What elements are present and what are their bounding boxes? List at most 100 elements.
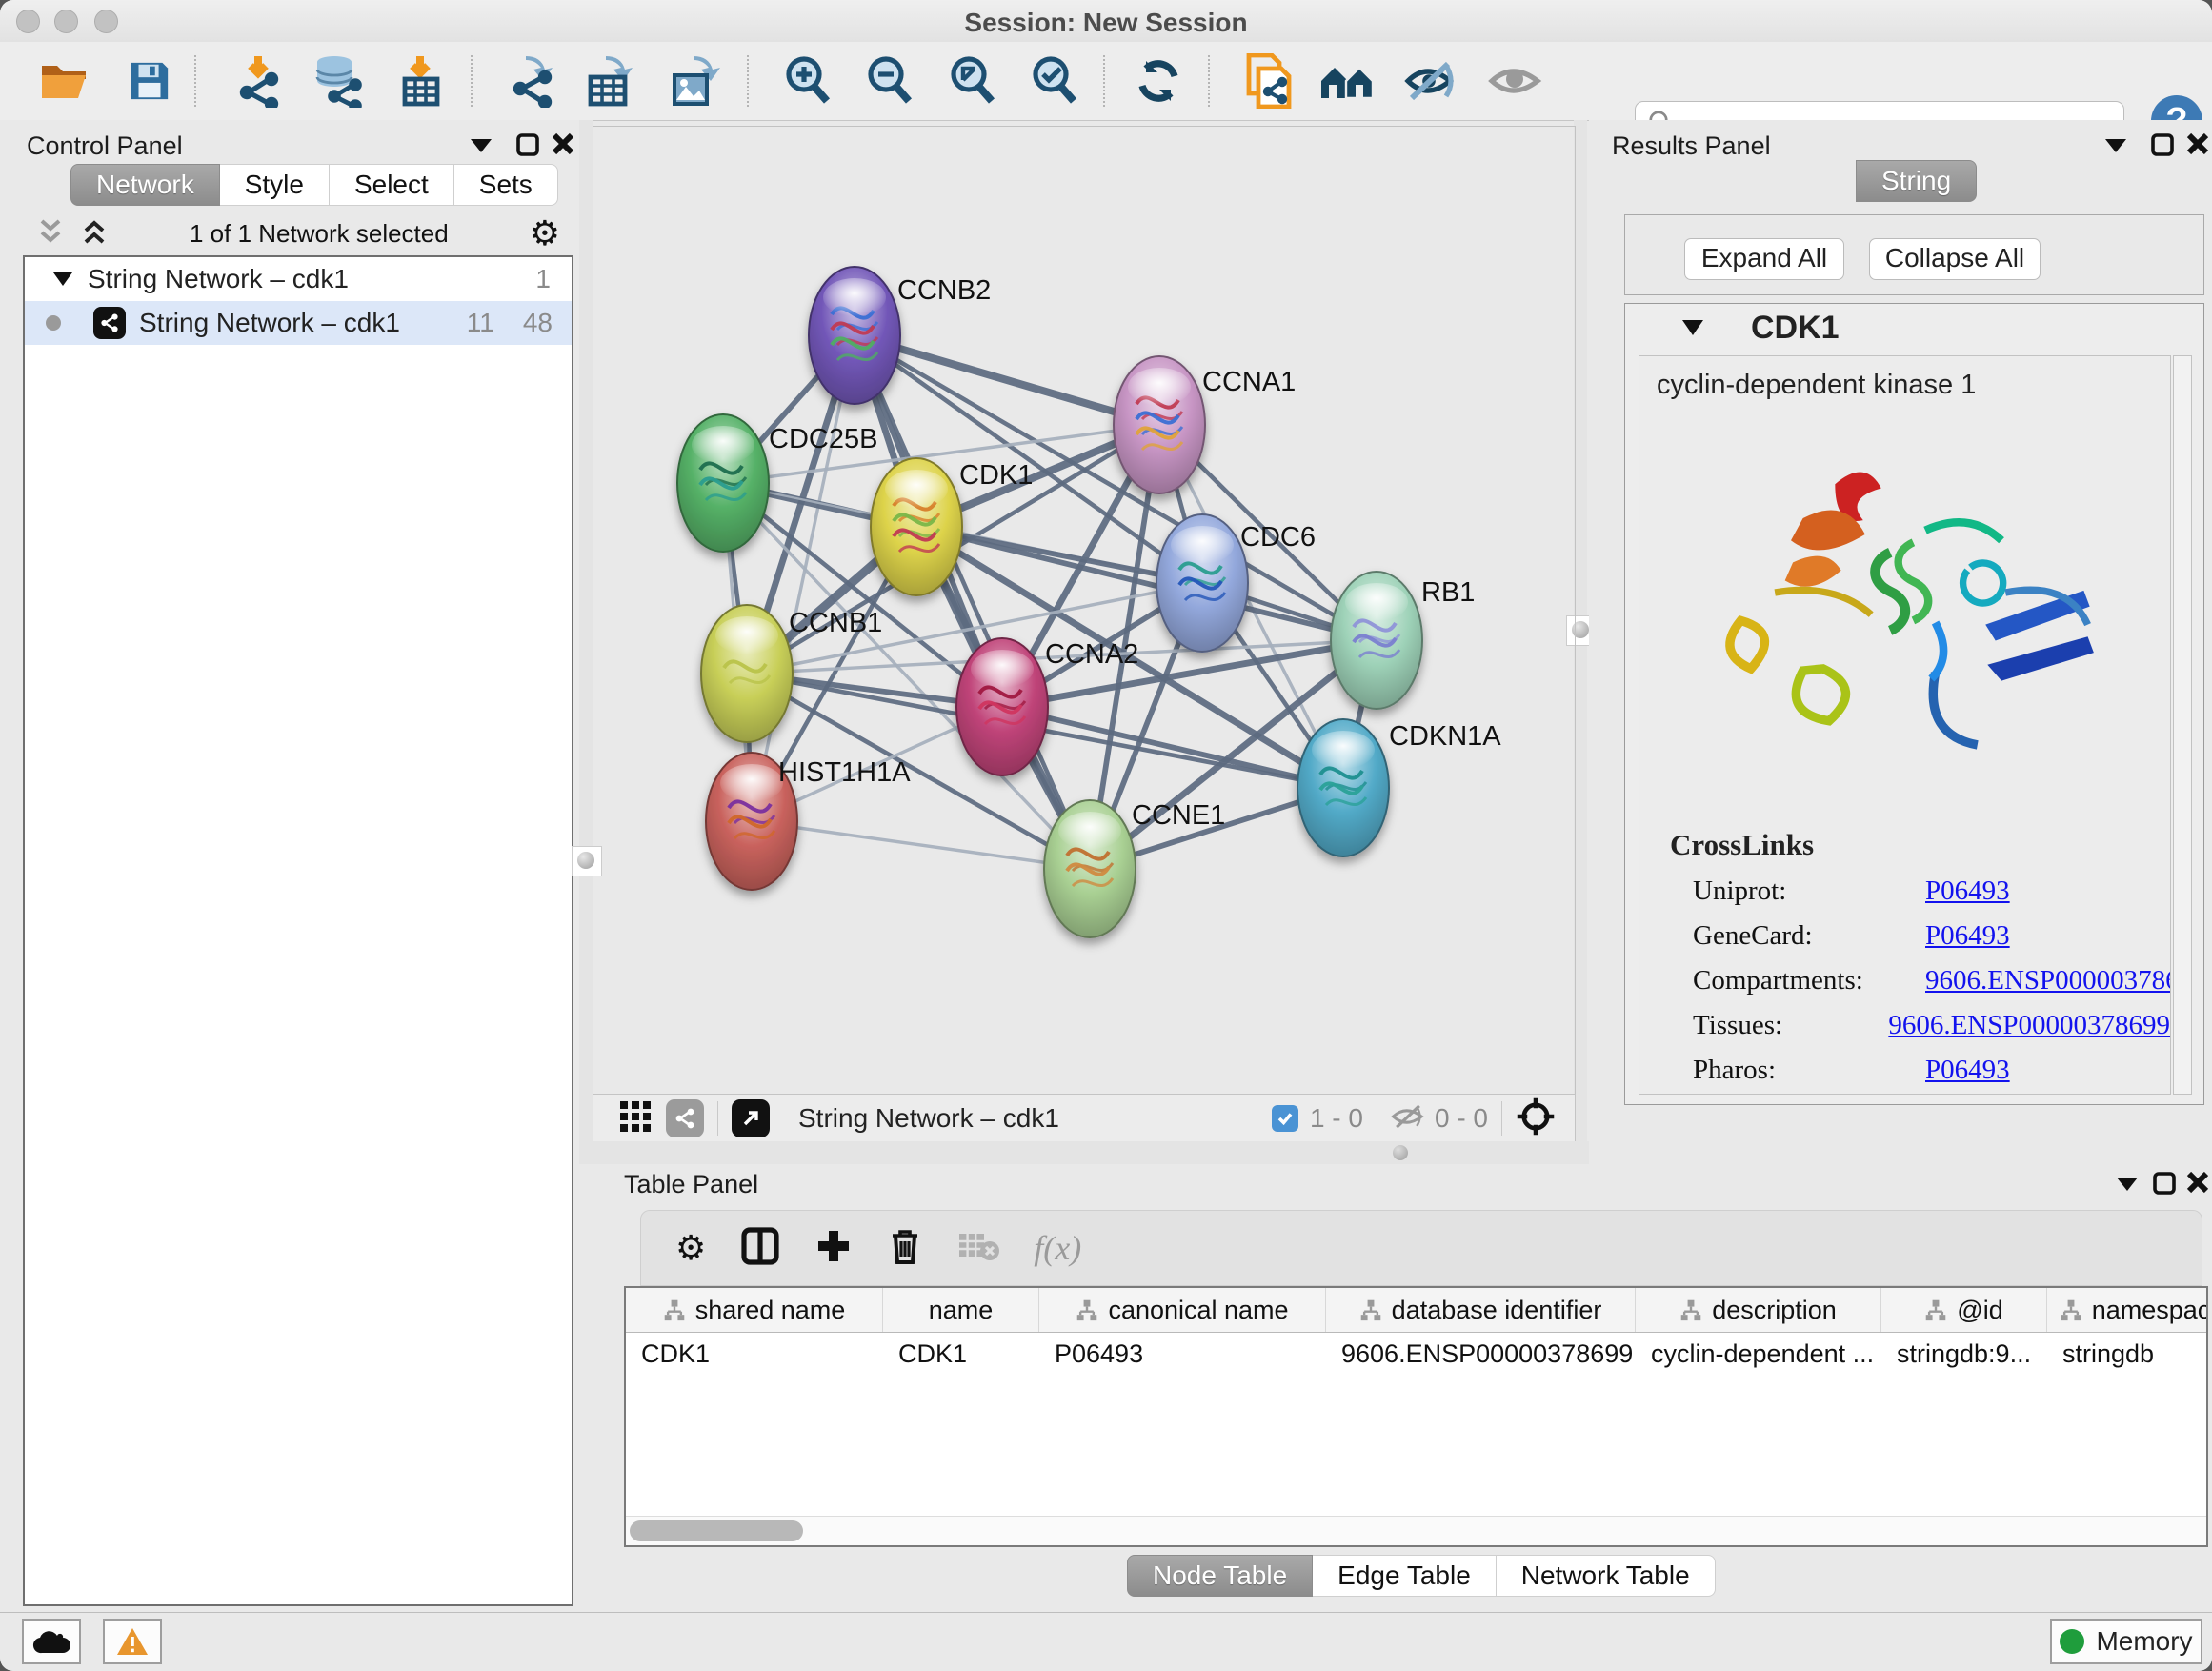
float-panel-icon[interactable]	[2149, 131, 2176, 163]
hide-selected-button[interactable]	[1400, 50, 1463, 111]
network-node-cdk1[interactable]	[871, 458, 962, 595]
network-node-ccnb1[interactable]	[701, 605, 793, 742]
network-edge[interactable]	[752, 821, 1090, 869]
zoom-fit-button[interactable]	[940, 50, 1003, 111]
selected-checkbox-icon[interactable]	[1272, 1105, 1298, 1132]
table-cell[interactable]: 9606.ENSP00000378699	[1326, 1339, 1636, 1369]
table-horizontal-scrollbar[interactable]	[626, 1516, 2206, 1545]
show-all-button[interactable]	[1317, 50, 1379, 111]
table-row[interactable]: CDK1CDK1P064939606.ENSP00000378699cyclin…	[626, 1333, 2206, 1375]
network-node-cdkn1a[interactable]	[1297, 719, 1389, 856]
cloud-button[interactable]	[22, 1619, 81, 1664]
add-column-icon[interactable]	[814, 1227, 853, 1270]
open-external-icon[interactable]	[732, 1099, 770, 1137]
save-session-button[interactable]	[118, 50, 181, 111]
crosslink-link[interactable]: 9606.ENSP00000378699	[1925, 965, 2171, 997]
network-icon-badge[interactable]	[666, 1099, 704, 1137]
zoom-out-button[interactable]	[857, 50, 920, 111]
network-node-ccne1[interactable]	[1044, 800, 1136, 937]
grid-view-icon[interactable]	[618, 1099, 653, 1138]
table-options-gear-icon[interactable]: ⚙	[675, 1231, 706, 1265]
network-row-selected[interactable]: String Network – cdk1 11 48	[25, 301, 572, 345]
panel-menu-icon[interactable]	[2115, 1174, 2140, 1198]
import-table-button[interactable]	[390, 50, 452, 111]
tab-node-table[interactable]: Node Table	[1127, 1555, 1313, 1597]
section-expander-icon[interactable]	[1680, 318, 1705, 337]
network-node-cdc25b[interactable]	[677, 414, 769, 552]
crosslink-link[interactable]: P06493	[1925, 1055, 2010, 1086]
column-header-name[interactable]: name	[883, 1288, 1039, 1332]
refresh-button[interactable]	[1127, 50, 1190, 111]
network-node-ccna2[interactable]	[956, 638, 1048, 775]
table-cell[interactable]: stringdb:9...	[1881, 1339, 2047, 1369]
panel-menu-icon[interactable]	[2103, 135, 2128, 159]
table-cell[interactable]: cyclin-dependent ...	[1636, 1339, 1881, 1369]
column-header-canonicalname[interactable]: canonical name	[1039, 1288, 1326, 1332]
network-node-rb1[interactable]	[1331, 572, 1422, 709]
table-cell[interactable]: CDK1	[626, 1339, 883, 1369]
table-cell[interactable]: stringdb	[2047, 1339, 2208, 1369]
export-image-button[interactable]	[662, 50, 725, 111]
collapse-all-tree-icon[interactable]	[36, 217, 65, 251]
tab-style[interactable]: Style	[220, 164, 330, 206]
tab-select[interactable]: Select	[330, 164, 454, 206]
show-columns-icon[interactable]	[740, 1226, 780, 1271]
network-node-ccna1[interactable]	[1114, 356, 1205, 493]
import-network-database-button[interactable]	[307, 50, 370, 111]
panel-menu-icon[interactable]	[469, 135, 493, 159]
function-builder-icon[interactable]: f(x)	[1034, 1228, 1081, 1268]
network-node-cdc6[interactable]	[1156, 514, 1248, 652]
tab-string-results[interactable]: String	[1856, 160, 1977, 202]
crosslink-link[interactable]: P06493	[1925, 876, 2010, 907]
export-network-button[interactable]	[502, 50, 565, 111]
tab-sets[interactable]: Sets	[454, 164, 558, 206]
protein-section-header[interactable]: CDK1	[1625, 304, 2203, 352]
import-network-file-button[interactable]	[228, 50, 291, 111]
results-scrollbar[interactable]	[2173, 355, 2192, 1095]
tab-network[interactable]: Network	[70, 164, 220, 206]
warnings-button[interactable]	[103, 1619, 162, 1664]
float-panel-icon[interactable]	[514, 131, 541, 163]
scrollbar-thumb[interactable]	[630, 1520, 803, 1541]
tab-edge-table[interactable]: Edge Table	[1313, 1555, 1497, 1597]
column-header-description[interactable]: description	[1636, 1288, 1881, 1332]
network-canvas[interactable]: CCNB2CCNA1CDC25BCDK1CDC6RB1CCNB1CCNA2CDK…	[593, 126, 1574, 1094]
column-header-sharedname[interactable]: shared name	[626, 1288, 883, 1332]
network-edge[interactable]	[1002, 707, 1343, 788]
close-panel-icon[interactable]	[551, 131, 575, 161]
right-splitter[interactable]	[1574, 120, 1587, 1164]
show-hidden-button[interactable]	[1484, 50, 1547, 111]
network-edge[interactable]	[855, 335, 1090, 869]
first-neighbors-button[interactable]	[1237, 50, 1299, 111]
collapse-all-button[interactable]: Collapse All	[1869, 238, 2041, 280]
table-cell[interactable]: P06493	[1039, 1339, 1326, 1369]
network-options-gear-icon[interactable]: ⚙	[530, 216, 560, 251]
delete-table-icon[interactable]	[957, 1230, 999, 1267]
table-panel-title: Table Panel	[624, 1170, 758, 1199]
expand-all-tree-icon[interactable]	[80, 217, 109, 251]
memory-button[interactable]: Memory	[2050, 1619, 2202, 1664]
close-panel-icon[interactable]	[2185, 1170, 2210, 1199]
open-session-button[interactable]	[33, 50, 96, 111]
left-splitter[interactable]	[579, 120, 593, 1164]
export-table-button[interactable]	[578, 50, 641, 111]
delete-column-icon[interactable]	[887, 1226, 923, 1271]
network-collection-row[interactable]: String Network – cdk1 1	[25, 257, 572, 301]
zoom-in-button[interactable]	[775, 50, 838, 111]
expand-all-button[interactable]: Expand All	[1684, 238, 1844, 280]
zoom-selected-button[interactable]	[1022, 50, 1085, 111]
collection-expander-icon[interactable]	[51, 271, 74, 288]
column-header-databaseidentifier[interactable]: database identifier	[1326, 1288, 1636, 1332]
node-table[interactable]: shared namenamecanonical namedatabase id…	[624, 1286, 2208, 1547]
crosslink-link[interactable]: 9606.ENSP00000378699	[1888, 1010, 2170, 1041]
bottom-splitter-handle[interactable]	[1393, 1145, 1408, 1160]
network-node-ccnb2[interactable]	[809, 267, 900, 404]
close-panel-icon[interactable]	[2185, 131, 2210, 161]
birdseye-crosshair-icon[interactable]	[1516, 1097, 1556, 1141]
column-header-namespace[interactable]: namespace	[2047, 1288, 2208, 1332]
float-panel-icon[interactable]	[2151, 1170, 2178, 1201]
tab-network-table[interactable]: Network Table	[1497, 1555, 1716, 1597]
crosslink-link[interactable]: P06493	[1925, 920, 2010, 952]
column-header-id[interactable]: @id	[1881, 1288, 2047, 1332]
table-cell[interactable]: CDK1	[883, 1339, 1039, 1369]
